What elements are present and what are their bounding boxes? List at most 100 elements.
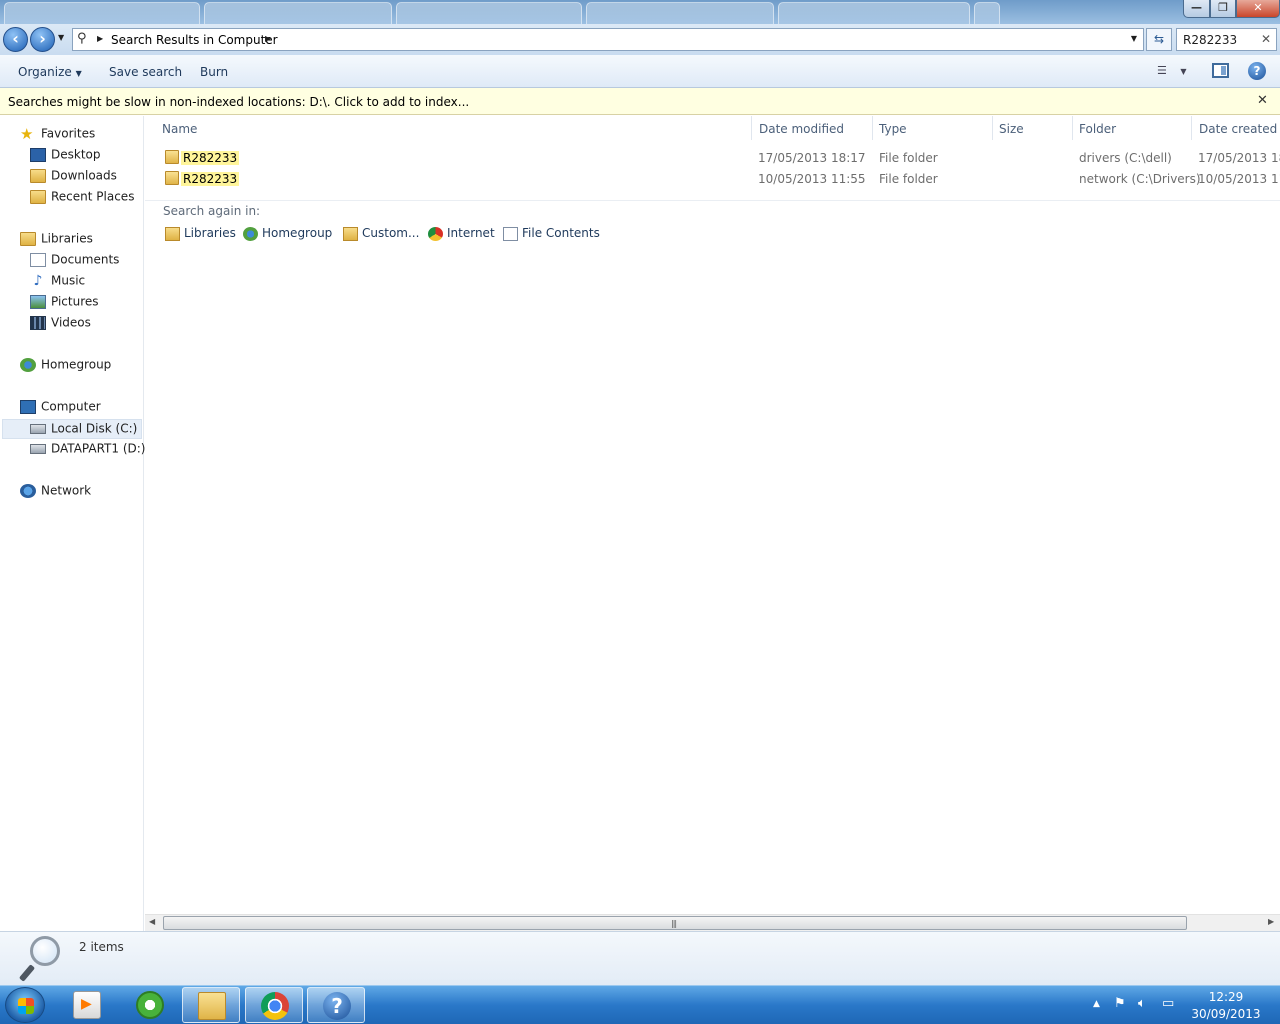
breadcrumb-arrow-icon[interactable]: ▶ — [265, 34, 271, 43]
refresh-button[interactable]: ⇆ — [1146, 28, 1172, 51]
new-tab-button[interactable] — [974, 2, 1000, 24]
link-label: Custom... — [362, 226, 420, 240]
custom-folder-icon — [343, 226, 358, 241]
clock-date[interactable]: 30/09/2013 — [1186, 1007, 1266, 1021]
column-header-size[interactable]: Size — [999, 122, 1024, 136]
navigation-pane: ★ Favorites Desktop Downloads Recent Plac… — [0, 116, 145, 931]
taskbar-explorer[interactable] — [182, 987, 240, 1023]
volume-icon[interactable]: 🔈︎ — [1138, 997, 1152, 1011]
chevron-down-icon: ▼ — [1180, 67, 1187, 76]
search-again-internet[interactable]: Internet — [428, 226, 495, 241]
column-header-type[interactable]: Type — [879, 122, 907, 136]
folder-icon — [165, 150, 179, 164]
taskbar-chrome[interactable] — [245, 987, 303, 1023]
help-button[interactable]: ? — [1248, 62, 1266, 80]
clock-time[interactable]: 12:29 — [1186, 990, 1266, 1004]
column-header-name[interactable]: Name — [162, 122, 197, 136]
breadcrumb-arrow-icon[interactable]: ▶ — [97, 34, 103, 43]
drive-icon — [30, 443, 46, 454]
forward-button[interactable]: › — [30, 27, 55, 52]
maximize-button[interactable]: ❐ — [1210, 0, 1236, 18]
start-button[interactable] — [5, 987, 45, 1023]
search-again-homegroup[interactable]: Homegroup — [243, 226, 332, 241]
libraries-icon — [20, 231, 36, 246]
nav-pictures[interactable]: Pictures — [30, 294, 99, 314]
search-value[interactable]: R282233 — [1183, 33, 1237, 47]
nav-music[interactable]: ♪ Music — [30, 273, 86, 293]
close-button[interactable]: ✕ — [1236, 0, 1280, 18]
file-name[interactable]: R282233 — [181, 172, 240, 186]
scrollbar-thumb[interactable]: ||| — [163, 916, 1187, 930]
organize-button[interactable]: Organize ▼ — [18, 65, 82, 79]
info-bar-message[interactable]: Searches might be slow in non-indexed lo… — [8, 95, 469, 109]
nav-documents[interactable]: Documents — [30, 252, 119, 272]
horizontal-scrollbar[interactable]: ◀ ||| ▶ — [145, 914, 1280, 931]
table-row[interactable]: R282233 10/05/2013 11:55 File folder net… — [157, 168, 1280, 189]
address-path[interactable]: Search Results in Computer — [111, 33, 278, 47]
change-view-button[interactable]: ☰ ▼ — [1157, 64, 1193, 80]
show-hidden-icons-icon[interactable]: ▲ — [1093, 999, 1100, 1009]
column-divider[interactable] — [992, 116, 993, 140]
nav-network[interactable]: Network — [20, 483, 91, 503]
preview-pane-button[interactable] — [1212, 63, 1229, 78]
recent-places-icon — [30, 189, 46, 204]
minimize-button[interactable]: — — [1183, 0, 1210, 18]
media-player-icon — [73, 991, 101, 1019]
nav-computer[interactable]: Computer — [20, 399, 101, 419]
nav-label: Pictures — [51, 294, 99, 309]
nav-desktop[interactable]: Desktop — [30, 147, 101, 167]
column-divider[interactable] — [872, 116, 873, 140]
column-header-date-modified[interactable]: Date modified — [759, 122, 844, 136]
address-dropdown-icon[interactable]: ▼ — [1131, 34, 1137, 43]
action-center-flag-icon[interactable]: ⚑ — [1114, 997, 1128, 1011]
column-header-date-created[interactable]: Date created — [1199, 122, 1277, 136]
column-header-folder[interactable]: Folder — [1079, 122, 1116, 136]
background-tab[interactable] — [4, 2, 200, 24]
nav-recent-places[interactable]: Recent Places — [30, 189, 134, 209]
details-pane: 2 items — [0, 931, 1280, 985]
file-name[interactable]: R282233 — [181, 151, 240, 165]
recent-pages-dropdown-icon[interactable]: ▼ — [58, 33, 68, 45]
search-input[interactable]: R282233 ✕ — [1176, 28, 1277, 51]
search-again-custom[interactable]: Custom... — [343, 226, 419, 241]
taskbar-help[interactable]: ? — [307, 987, 365, 1023]
folder-icon — [165, 171, 179, 185]
nav-downloads[interactable]: Downloads — [30, 168, 117, 188]
table-row[interactable]: R282233 17/05/2013 18:17 File folder dri… — [157, 147, 1280, 168]
save-search-button[interactable]: Save search — [109, 65, 182, 79]
background-tab[interactable] — [778, 2, 970, 24]
address-bar[interactable]: ⚲ ▶ Search Results in Computer ▶ ▼ — [72, 28, 1144, 51]
column-divider[interactable] — [1191, 116, 1192, 140]
nav-libraries[interactable]: Libraries — [20, 231, 93, 251]
nav-label: Local Disk (C:) — [51, 421, 138, 436]
nav-label: Music — [51, 273, 86, 288]
link-label: Libraries — [184, 226, 236, 240]
computer-icon — [20, 399, 36, 414]
background-tab[interactable] — [586, 2, 774, 24]
nav-videos[interactable]: Videos — [30, 315, 91, 335]
search-again-label: Search again in: — [163, 204, 261, 218]
nav-label: DATAPART1 (D:) — [51, 441, 146, 456]
info-bar[interactable]: Searches might be slow in non-indexed lo… — [0, 88, 1280, 115]
search-again-file-contents[interactable]: File Contents — [503, 226, 600, 241]
nav-local-disk-c[interactable]: Local Disk (C:) — [2, 419, 142, 439]
taskbar-media-player[interactable] — [58, 987, 116, 1023]
network-tray-icon[interactable]: ▭ — [1162, 997, 1176, 1011]
scroll-right-icon[interactable]: ▶ — [1268, 917, 1274, 926]
back-button[interactable]: ‹ — [3, 27, 28, 52]
taskbar-utorrent[interactable] — [121, 987, 179, 1023]
column-divider[interactable] — [751, 116, 752, 140]
homegroup-icon — [243, 226, 258, 241]
column-divider[interactable] — [1072, 116, 1073, 140]
nav-homegroup[interactable]: Homegroup — [20, 357, 111, 377]
clear-search-icon[interactable]: ✕ — [1261, 32, 1271, 46]
date-modified: 10/05/2013 11:55 — [758, 172, 866, 186]
burn-button[interactable]: Burn — [200, 65, 228, 79]
scroll-left-icon[interactable]: ◀ — [149, 917, 155, 926]
nav-datapart1-d[interactable]: DATAPART1 (D:) — [30, 441, 145, 461]
background-tab[interactable] — [204, 2, 392, 24]
background-tab[interactable] — [396, 2, 582, 24]
nav-favorites[interactable]: ★ Favorites — [20, 126, 95, 146]
close-icon[interactable]: ✕ — [1257, 93, 1268, 108]
search-again-libraries[interactable]: Libraries — [165, 226, 236, 241]
